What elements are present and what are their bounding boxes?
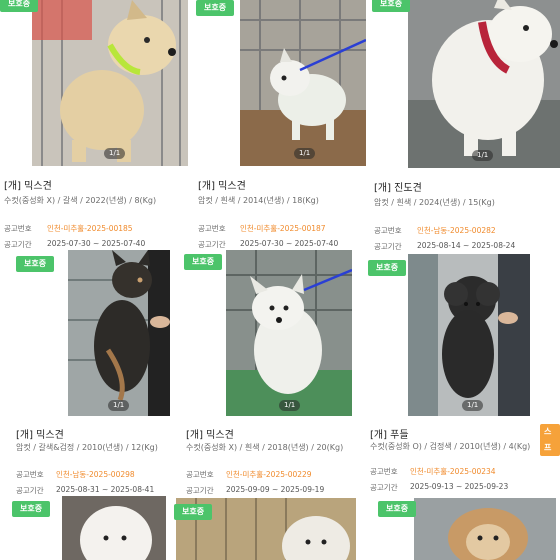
pet-photo[interactable] [62,496,166,560]
pet-info: 수컷(중성화 O) / 검정색 / 2010(년생) / 4(Kg) [370,442,531,451]
status-badge: 보호중 [196,0,235,16]
status-badge: 보호중 [12,501,51,517]
pet-photo[interactable] [408,0,560,168]
pet-title: [개] 믹스견 [4,181,52,192]
notice-period-label: 공고기간 [4,240,32,249]
pet-photo[interactable] [68,250,170,416]
status-badge: 보호중 [372,0,411,12]
notice-no-label: 공고번호 [198,224,226,233]
pet-info: 암컷 / 흰색 / 2014(년생) / 18(Kg) [198,196,319,205]
notice-no-label: 공고번호 [16,470,44,479]
pet-photo[interactable] [408,254,530,416]
notice-no-label: 공고번호 [370,467,398,476]
pet-card[interactable]: 보호중 1/1 [개] 믹스견 수컷(중성화 X) / 갈색 / 2022(년생… [0,0,188,250]
photo-counter: 1/1 [104,148,126,159]
pet-info: 수컷(중성화 X) / 갈색 / 2022(년생) / 8(Kg) [4,196,157,205]
pet-title: [개] 믹스견 [186,430,234,441]
pet-title: [개] 믹스견 [16,430,64,441]
photo-counter: 1/1 [108,400,130,411]
photo-counter: 1/1 [279,400,301,411]
notice-period-value: 2025-08-14 ~ 2025-08-24 [417,241,516,250]
dog-photo-image [32,0,188,166]
notice-period-label: 공고기간 [370,483,398,492]
status-badge: 보호중 [16,256,55,272]
dog-photo-image [62,496,166,560]
notice-no-value: 인천-남동-2025-00282 [417,226,496,235]
photo-counter: 1/1 [462,400,484,411]
dog-photo-image [240,0,366,166]
notice-period-label: 공고기간 [16,486,44,495]
dog-photo-image [414,498,556,560]
pet-card[interactable]: 보호중 1/1 [개] 믹스견 암컷 / 갈색&검정 / 2010(년생) / … [0,250,180,498]
status-badge: 보호중 [174,504,213,520]
side-badge: 스프 [540,424,560,456]
notice-no-value: 인천-남동-2025-00298 [56,470,135,479]
notice-period-value: 2025-07-30 ~ 2025-07-40 [47,239,146,248]
pet-card[interactable]: 보호중 1/1 스프 [개] 푸들 수컷(중성화 O) / 검정색 / 2010… [364,250,560,498]
dog-photo-image [68,250,170,416]
pet-info: 수컷(중성화 X) / 흰색 / 2018(년생) / 20(Kg) [186,443,344,452]
notice-period-value: 2025-09-13 ~ 2025-09-23 [410,482,509,491]
notice-period-label: 공고기간 [198,240,226,249]
notice-no-label: 공고번호 [374,226,402,235]
status-badge: 보호중 [184,254,223,270]
notice-no-value: 인천-미추홀-2025-00229 [226,470,312,479]
pet-info: 암컷 / 갈색&검정 / 2010(년생) / 12(Kg) [16,443,158,452]
notice-period-label: 공고기간 [186,486,214,495]
notice-no-label: 공고번호 [4,224,32,233]
dog-photo-image [226,250,352,416]
pet-photo[interactable] [32,0,188,166]
pet-card[interactable]: 보호중 1/1 [개] 진도견 암컷 / 흰색 / 2024(년생) / 15(… [368,0,560,252]
pet-photo[interactable] [240,0,366,166]
notice-no-value: 인천-미추홀-2025-00187 [240,224,326,233]
pet-title: [개] 진도견 [374,183,422,194]
pet-title: [개] 믹스견 [198,181,246,192]
notice-no-label: 공고번호 [186,470,214,479]
pet-photo[interactable] [414,498,556,560]
pet-photo[interactable] [226,250,352,416]
status-badge: 보호중 [378,501,417,517]
dog-photo-image [408,0,560,168]
notice-period-value: 2025-09-09 ~ 2025-09-19 [226,485,325,494]
notice-no-value: 인천-미추홀-2025-00234 [410,467,496,476]
pet-title: [개] 푸들 [370,430,409,441]
pet-card[interactable]: 보호중 [374,496,560,560]
dog-photo-image [408,254,530,416]
pet-card[interactable]: 보호중 [0,496,178,560]
notice-no-value: 인천-미추홀-2025-00185 [47,224,133,233]
pet-card[interactable]: 보호중 1/1 [개] 믹스견 암컷 / 흰색 / 2014(년생) / 18(… [190,0,366,250]
pet-card[interactable]: 보호중 [172,498,372,560]
photo-counter: 1/1 [294,148,316,159]
photo-counter: 1/1 [472,150,494,161]
pet-info: 암컷 / 흰색 / 2024(년생) / 15(Kg) [374,198,495,207]
pet-card[interactable]: 보호중 1/1 [개] 믹스견 수컷(중성화 X) / 흰색 / 2018(년생… [180,250,364,498]
status-badge: 보호중 [0,0,39,12]
status-badge: 보호중 [368,260,407,276]
notice-period-value: 2025-07-30 ~ 2025-07-40 [240,239,339,248]
notice-period-value: 2025-08-31 ~ 2025-08-41 [56,485,155,494]
